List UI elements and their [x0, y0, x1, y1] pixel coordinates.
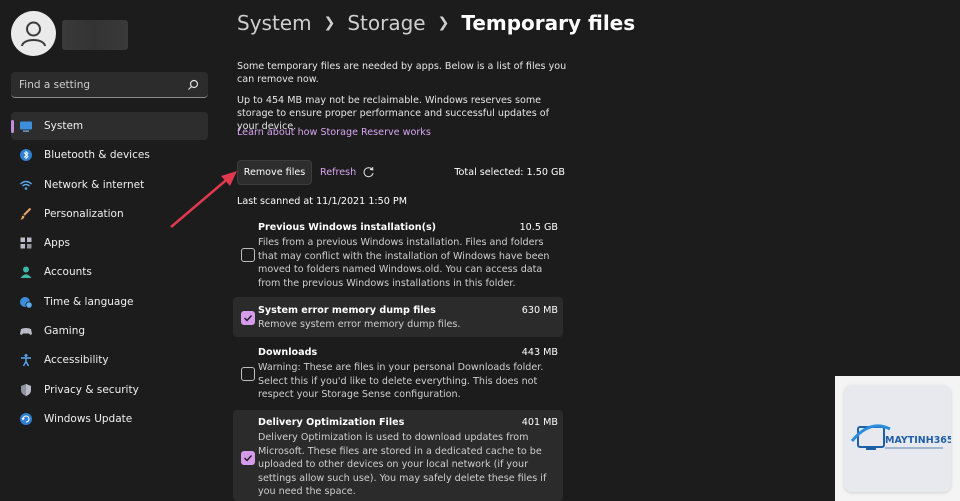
sidebar: Find a setting System Bluetooth & device… [0, 0, 222, 501]
gamepad-icon [18, 323, 34, 339]
brush-icon [18, 206, 34, 222]
maytinh365-logo: MAYTINH365 [850, 424, 954, 450]
search-input[interactable]: Find a setting [11, 72, 208, 98]
sidebar-item-label: Bluetooth & devices [44, 149, 150, 162]
avatar[interactable] [11, 11, 56, 56]
sidebar-item-label: Gaming [44, 325, 86, 338]
sidebar-item-label: Accessibility [44, 354, 109, 367]
chevron-right-icon: ❯ [437, 15, 450, 31]
globe-clock-icon [18, 294, 34, 310]
intro-text: Some temporary files are needed by apps.… [237, 61, 567, 85]
wifi-icon [18, 177, 34, 193]
checkbox-downloads[interactable] [241, 367, 255, 381]
sidebar-item-gaming[interactable]: Gaming [11, 317, 208, 345]
file-item-size: 401 MB [521, 417, 558, 428]
breadcrumb-system[interactable]: System [237, 11, 312, 35]
file-item-memory-dump[interactable]: System error memory dump files 630 MB Re… [233, 297, 563, 337]
sidebar-item-label: Personalization [44, 207, 124, 220]
checkmark-icon [244, 455, 253, 462]
total-selected: Total selected: 1.50 GB [454, 167, 565, 178]
checkbox-previous-windows[interactable] [241, 248, 255, 262]
file-item-description: Files from a previous Windows installati… [258, 237, 550, 289]
file-item-downloads[interactable]: Downloads 443 MB Warning: These are file… [233, 343, 563, 405]
shield-icon [18, 382, 34, 398]
annotation-arrow [170, 171, 237, 228]
bluetooth-icon [18, 147, 34, 163]
breadcrumb-storage[interactable]: Storage [347, 11, 425, 35]
sidebar-item-privacy[interactable]: Privacy & security [11, 376, 208, 404]
sidebar-nav: System Bluetooth & devices Network & int… [11, 112, 208, 434]
sidebar-item-label: System [44, 120, 84, 132]
learn-storage-reserve-link[interactable]: Learn about how Storage Reserve works [237, 127, 431, 138]
sidebar-item-accounts[interactable]: Accounts [11, 258, 208, 286]
file-item-title: System error memory dump files [258, 305, 436, 316]
update-icon [18, 411, 34, 427]
sidebar-item-system[interactable]: System [11, 112, 208, 140]
logo-card: MAYTINH365 [844, 385, 954, 492]
refresh-icon [363, 166, 374, 178]
search-icon [188, 79, 199, 90]
checkbox-memory-dump[interactable] [241, 311, 255, 325]
file-item-description: Delivery Optimization is used to downloa… [258, 432, 547, 498]
refresh-button[interactable]: Refresh [320, 166, 375, 179]
watermark-logo: MAYTINH365 [835, 376, 960, 501]
sidebar-item-windows-update[interactable]: Windows Update [11, 405, 208, 433]
breadcrumb: System ❯ Storage ❯ Temporary files [237, 11, 635, 35]
file-item-previous-windows[interactable]: Previous Windows installation(s) 10.5 GB… [233, 216, 563, 292]
chevron-right-icon: ❯ [323, 15, 336, 31]
search-placeholder: Find a setting [19, 78, 91, 91]
file-item-title: Previous Windows installation(s) [258, 222, 437, 233]
checkbox-delivery-optimization[interactable] [241, 451, 255, 465]
file-item-delivery-optimization[interactable]: Delivery Optimization Files 401 MB Deliv… [233, 410, 563, 501]
sidebar-item-label: Windows Update [44, 412, 133, 425]
file-item-size: 10.5 GB [519, 222, 558, 233]
apps-icon [18, 235, 34, 251]
file-item-description: Remove system error memory dump files. [258, 319, 461, 330]
checkmark-icon [244, 315, 253, 322]
sidebar-item-apps[interactable]: Apps [11, 229, 208, 257]
sidebar-item-label: Time & language [44, 295, 134, 308]
user-icon [21, 21, 46, 47]
person-icon [18, 264, 34, 280]
file-item-title: Downloads [258, 347, 318, 358]
last-scanned: Last scanned at 11/1/2021 1:50 PM [237, 196, 407, 207]
file-item-size: 630 MB [521, 305, 558, 316]
sidebar-item-accessibility[interactable]: Accessibility [11, 346, 208, 374]
file-item-description: Warning: These are files in your persona… [258, 362, 544, 401]
remove-files-button[interactable]: Remove files [237, 160, 312, 185]
sidebar-item-label: Privacy & security [44, 383, 139, 396]
file-item-title: Delivery Optimization Files [258, 417, 405, 428]
sidebar-item-label: Network & internet [44, 178, 145, 191]
file-item-size: 443 MB [521, 347, 558, 358]
accessibility-icon [18, 352, 34, 368]
monitor-icon [18, 118, 34, 134]
username-blurred [62, 20, 128, 50]
sidebar-item-label: Accounts [44, 266, 92, 279]
sidebar-item-label: Apps [44, 237, 70, 250]
sidebar-item-time-language[interactable]: Time & language [11, 288, 208, 316]
page-title: Temporary files [461, 11, 636, 35]
logo-brand-text: MAYTINH365 [885, 435, 951, 446]
refresh-label: Refresh [320, 167, 357, 178]
